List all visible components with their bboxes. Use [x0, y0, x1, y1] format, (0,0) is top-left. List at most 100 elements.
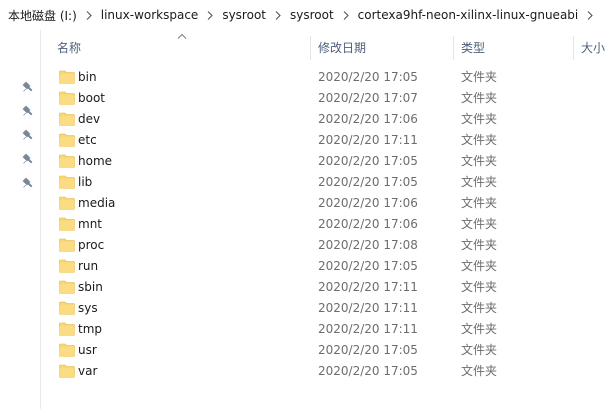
folder-icon	[59, 112, 75, 126]
list-item[interactable]: lib 2020/2/20 17:05 文件夹	[40, 172, 605, 193]
chevron-right-icon[interactable]	[269, 10, 287, 20]
file-date: 2020/2/20 17:06	[318, 112, 418, 126]
breadcrumb-item-linux-workspace[interactable]: linux-workspace	[98, 8, 202, 22]
file-type: 文件夹	[461, 91, 498, 105]
file-date: 2020/2/20 17:11	[318, 322, 418, 336]
folder-icon	[59, 364, 75, 378]
file-date: 2020/2/20 17:06	[318, 196, 418, 210]
column-header-name[interactable]: 名称	[57, 36, 81, 60]
list-item[interactable]: etc 2020/2/20 17:11 文件夹	[40, 130, 605, 151]
file-name: lib	[78, 175, 93, 189]
folder-icon	[59, 91, 75, 105]
pin-icon[interactable]	[22, 81, 34, 93]
list-item[interactable]: run 2020/2/20 17:05 文件夹	[40, 256, 605, 277]
list-item[interactable]: media 2020/2/20 17:06 文件夹	[40, 193, 605, 214]
file-date: 2020/2/20 17:11	[318, 301, 418, 315]
file-name: run	[78, 259, 99, 273]
list-item[interactable]: dev 2020/2/20 17:06 文件夹	[40, 109, 605, 130]
file-type: 文件夹	[461, 301, 498, 315]
chevron-right-icon[interactable]	[581, 10, 599, 20]
file-type: 文件夹	[461, 280, 498, 294]
folder-icon	[59, 175, 75, 189]
chevron-right-icon[interactable]	[80, 10, 98, 20]
file-type: 文件夹	[461, 70, 498, 84]
folder-icon	[59, 70, 75, 84]
navigation-pane	[0, 30, 41, 409]
breadcrumb-item-cortexa9hf[interactable]: cortexa9hf-neon-xilinx-linux-gnueabi	[355, 8, 582, 22]
file-name: proc	[78, 238, 105, 252]
file-date: 2020/2/20 17:08	[318, 238, 418, 252]
file-type: 文件夹	[461, 112, 498, 126]
file-date: 2020/2/20 17:05	[318, 175, 418, 189]
file-name: usr	[78, 343, 97, 357]
list-item[interactable]: sys 2020/2/20 17:11 文件夹	[40, 298, 605, 319]
file-name: sys	[78, 301, 98, 315]
file-date: 2020/2/20 17:07	[318, 91, 418, 105]
folder-icon	[59, 322, 75, 336]
file-name: var	[78, 364, 98, 378]
file-type: 文件夹	[461, 133, 498, 147]
file-date: 2020/2/20 17:11	[318, 133, 418, 147]
file-date: 2020/2/20 17:05	[318, 154, 418, 168]
file-name: media	[78, 196, 116, 210]
file-date: 2020/2/20 17:05	[318, 343, 418, 357]
list-item[interactable]: usr 2020/2/20 17:05 文件夹	[40, 340, 605, 361]
chevron-right-icon[interactable]	[337, 10, 355, 20]
list-item[interactable]: home 2020/2/20 17:05 文件夹	[40, 151, 605, 172]
pin-icon[interactable]	[22, 177, 34, 189]
file-date: 2020/2/20 17:05	[318, 259, 418, 273]
file-name: bin	[78, 70, 97, 84]
file-date: 2020/2/20 17:06	[318, 217, 418, 231]
folder-icon	[59, 280, 75, 294]
file-type: 文件夹	[461, 175, 498, 189]
list-item[interactable]: sbin 2020/2/20 17:11 文件夹	[40, 277, 605, 298]
list-item[interactable]: proc 2020/2/20 17:08 文件夹	[40, 235, 605, 256]
file-name: etc	[78, 133, 97, 147]
folder-icon	[59, 343, 75, 357]
file-name: sbin	[78, 280, 103, 294]
column-header-type[interactable]: 类型	[461, 36, 485, 60]
folder-icon	[59, 196, 75, 210]
breadcrumb: 本地磁盘 (I:) linux-workspace sysroot sysroo…	[0, 0, 605, 30]
file-date: 2020/2/20 17:05	[318, 70, 418, 84]
list-item[interactable]: boot 2020/2/20 17:07 文件夹	[40, 88, 605, 109]
file-date: 2020/2/20 17:05	[318, 364, 418, 378]
file-type: 文件夹	[461, 259, 498, 273]
pin-icon[interactable]	[22, 153, 34, 165]
file-date: 2020/2/20 17:11	[318, 280, 418, 294]
breadcrumb-item-drive[interactable]: 本地磁盘 (I:)	[0, 7, 80, 24]
file-type: 文件夹	[461, 217, 498, 231]
pin-icon[interactable]	[22, 129, 34, 141]
file-type: 文件夹	[461, 154, 498, 168]
folder-icon	[59, 133, 75, 147]
list-item[interactable]: bin 2020/2/20 17:05 文件夹	[40, 67, 605, 88]
folder-icon	[59, 217, 75, 231]
column-header-size[interactable]: 大小	[581, 36, 605, 60]
file-list: bin 2020/2/20 17:05 文件夹 boot 2020/2/20 17:0…	[40, 67, 605, 382]
folder-icon	[59, 154, 75, 168]
file-name: dev	[78, 112, 101, 126]
list-item[interactable]: tmp 2020/2/20 17:11 文件夹	[40, 319, 605, 340]
file-type: 文件夹	[461, 364, 498, 378]
file-type: 文件夹	[461, 196, 498, 210]
column-header-date[interactable]: 修改日期	[318, 36, 366, 60]
sort-ascending-icon	[177, 33, 187, 39]
chevron-right-icon[interactable]	[201, 10, 219, 20]
folder-icon	[59, 238, 75, 252]
pin-icon[interactable]	[22, 105, 34, 117]
breadcrumb-item-sysroot[interactable]: sysroot	[219, 8, 269, 22]
list-item[interactable]: mnt 2020/2/20 17:06 文件夹	[40, 214, 605, 235]
file-name: home	[78, 154, 113, 168]
file-type: 文件夹	[461, 238, 498, 252]
folder-icon	[59, 259, 75, 273]
column-headers: 名称 修改日期 类型 大小	[40, 33, 605, 60]
file-type: 文件夹	[461, 343, 498, 357]
file-name: mnt	[78, 217, 102, 231]
file-explorer-window: 本地磁盘 (I:) linux-workspace sysroot sysroo…	[0, 0, 605, 409]
breadcrumb-item-sysroot-2[interactable]: sysroot	[287, 8, 337, 22]
column-divider[interactable]	[573, 36, 574, 60]
file-name: boot	[78, 91, 106, 105]
column-divider[interactable]	[310, 36, 311, 60]
column-divider[interactable]	[453, 36, 454, 60]
list-item[interactable]: var 2020/2/20 17:05 文件夹	[40, 361, 605, 382]
